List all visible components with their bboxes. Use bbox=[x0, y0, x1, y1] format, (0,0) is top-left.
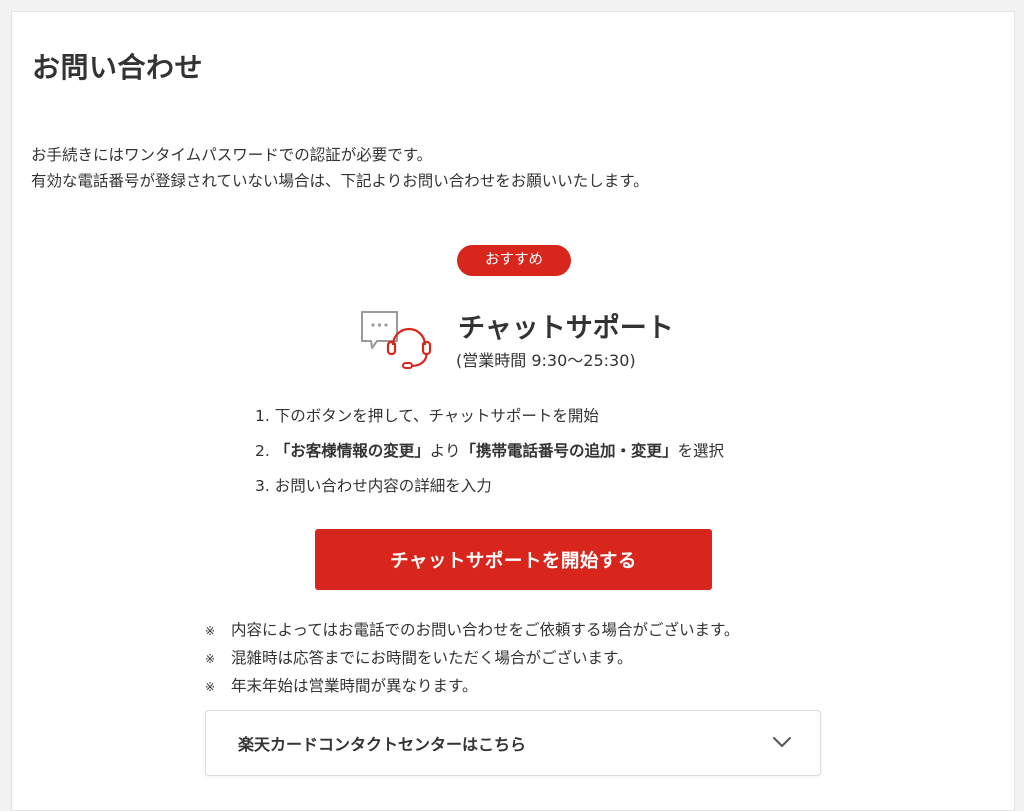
intro-line: 有効な電話番号が登録されていない場合は、下記よりお問い合わせをお願いいたします。 bbox=[31, 172, 649, 190]
intro-text: お手続きにはワンタイムパスワードでの認証が必要です。 有効な電話番号が登録されて… bbox=[31, 142, 649, 194]
intro-line: お手続きにはワンタイムパスワードでの認証が必要です。 bbox=[31, 146, 433, 164]
note-mark: ※ bbox=[205, 680, 216, 694]
note-item: ※ 年末年始は営業時間が異なります。 bbox=[205, 674, 739, 702]
chevron-down-icon bbox=[773, 737, 791, 747]
step-item: 1. 下のボタンを押して、チャットサポートを開始 bbox=[255, 407, 599, 425]
recommended-badge: おすすめ bbox=[457, 245, 571, 276]
steps-list: 1. 下のボタンを押して、チャットサポートを開始 2. 「お客様情報の変更」より… bbox=[255, 404, 724, 509]
step-item: 2. 「お客様情報の変更」より「携帯電話番号の追加・変更」を選択 bbox=[255, 442, 724, 460]
step-item: 3. お問い合わせ内容の詳細を入力 bbox=[255, 477, 492, 495]
chat-support-title: チャットサポート bbox=[458, 313, 674, 344]
content-card: お問い合わせ お手続きにはワンタイムパスワードでの認証が必要です。 有効な電話番… bbox=[11, 11, 1015, 811]
step-highlight: 「お客様情報の変更」 bbox=[274, 442, 430, 460]
step-highlight: 「携帯電話番号の追加・変更」 bbox=[460, 442, 678, 460]
contact-center-accordion[interactable]: 楽天カードコンタクトセンターはこちら bbox=[205, 710, 821, 776]
notes-list: ※ 内容によってはお電話でのお問い合わせをご依頼する場合がございます。 ※ 混雑時は… bbox=[205, 618, 739, 702]
note-mark: ※ bbox=[205, 624, 216, 638]
note-mark: ※ bbox=[205, 652, 216, 666]
contact-center-label: 楽天カードコンタクトセンターはこちら bbox=[238, 735, 527, 754]
note-item: ※ 混雑時は応答までにお時間をいただく場合がございます。 bbox=[205, 646, 739, 674]
page-title: お問い合わせ bbox=[32, 51, 204, 84]
chat-headset-icon bbox=[361, 311, 432, 369]
note-item: ※ 内容によってはお電話でのお問い合わせをご依頼する場合がございます。 bbox=[205, 618, 739, 646]
business-hours: (営業時間 9:30〜25:30) bbox=[456, 351, 636, 370]
start-chat-button[interactable]: チャットサポートを開始する bbox=[315, 529, 712, 590]
